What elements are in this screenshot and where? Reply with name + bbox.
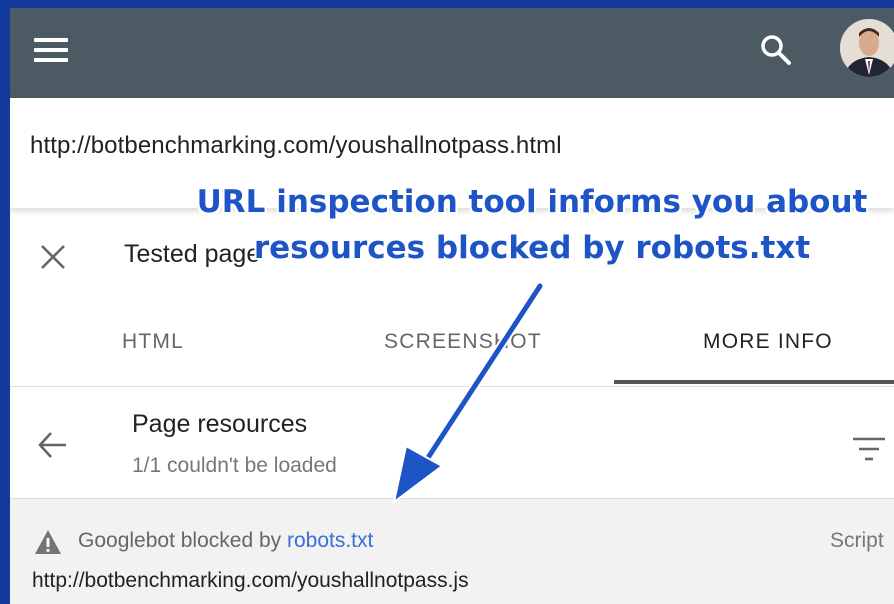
warning-icon — [35, 530, 61, 554]
resource-status-text: Googlebot blocked by — [78, 529, 287, 552]
annotation-line-1: URL inspection tool informs you about — [196, 184, 868, 220]
inspected-url[interactable]: http://botbenchmarking.com/youshallnotpa… — [30, 132, 562, 160]
annotation-arrow-icon — [392, 281, 545, 505]
tab-html[interactable]: HTML — [122, 330, 184, 354]
tab-more-info[interactable]: MORE INFO — [703, 330, 833, 354]
user-avatar[interactable] — [840, 19, 894, 77]
robots-txt-link[interactable]: robots.txt — [287, 529, 373, 552]
hamburger-menu-icon[interactable] — [34, 38, 68, 64]
filter-icon[interactable] — [852, 436, 886, 462]
search-icon[interactable] — [758, 32, 794, 68]
active-tab-indicator — [614, 380, 894, 384]
resource-list-item[interactable]: Googlebot blocked by robots.txt Script h… — [10, 499, 894, 604]
page-resources-subtitle: 1/1 couldn't be loaded — [132, 454, 337, 477]
arrow-back-icon[interactable] — [36, 428, 70, 462]
resource-url: http://botbenchmarking.com/youshallnotpa… — [32, 569, 469, 592]
page-resources-title: Page resources — [132, 410, 308, 438]
resource-status: Googlebot blocked by robots.txt — [78, 529, 373, 553]
resource-type: Script — [830, 529, 884, 552]
top-app-bar — [10, 8, 894, 98]
annotation-line-2: resources blocked by robots.txt — [253, 230, 811, 266]
